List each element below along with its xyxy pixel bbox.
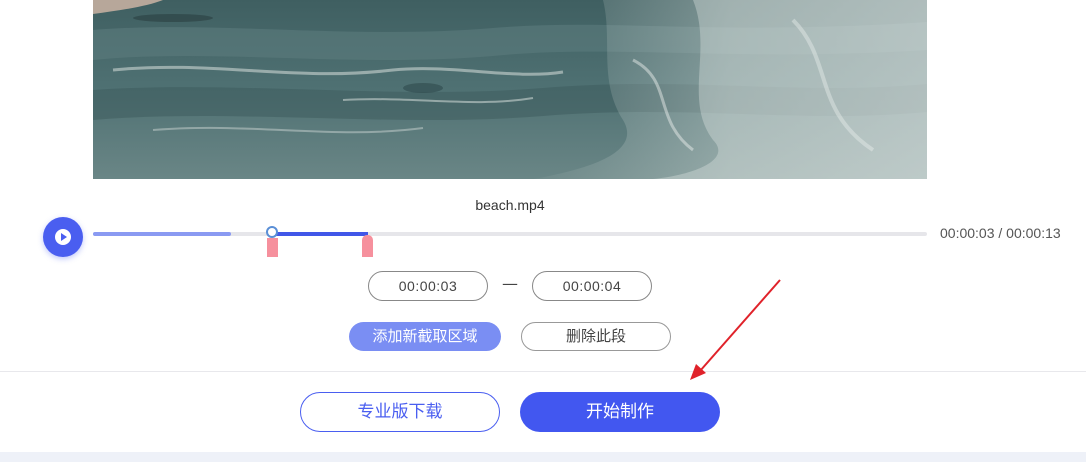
range-separator: —: [502, 274, 518, 293]
play-icon: [55, 229, 71, 245]
selection-start-marker[interactable]: [267, 238, 278, 257]
video-preview[interactable]: [93, 0, 927, 179]
video-filename: beach.mp4: [475, 197, 545, 213]
timeline-track[interactable]: [93, 232, 927, 236]
timeline-selection: [272, 232, 368, 236]
bottom-band: [0, 452, 1086, 462]
selection-end-marker[interactable]: [362, 235, 373, 257]
delete-segment-button[interactable]: 删除此段: [521, 322, 671, 351]
video-frame-image: [93, 0, 927, 179]
divider: [0, 371, 1086, 372]
time-readout: 00:00:03 / 00:00:13: [940, 225, 1061, 241]
clip-start-time-field[interactable]: 00:00:03: [368, 271, 488, 301]
play-button[interactable]: [43, 217, 83, 257]
start-making-button[interactable]: 开始制作: [520, 392, 720, 432]
video-trimmer: beach.mp4 00:00:03 / 00:00:13 00:00:03 —…: [0, 0, 1086, 462]
clip-end-time-field[interactable]: 00:00:04: [532, 271, 652, 301]
timeline-played: [93, 232, 231, 236]
playhead-handle[interactable]: [266, 226, 278, 238]
add-region-button[interactable]: 添加新截取区域: [349, 322, 501, 351]
pro-download-button[interactable]: 专业版下载: [300, 392, 500, 432]
